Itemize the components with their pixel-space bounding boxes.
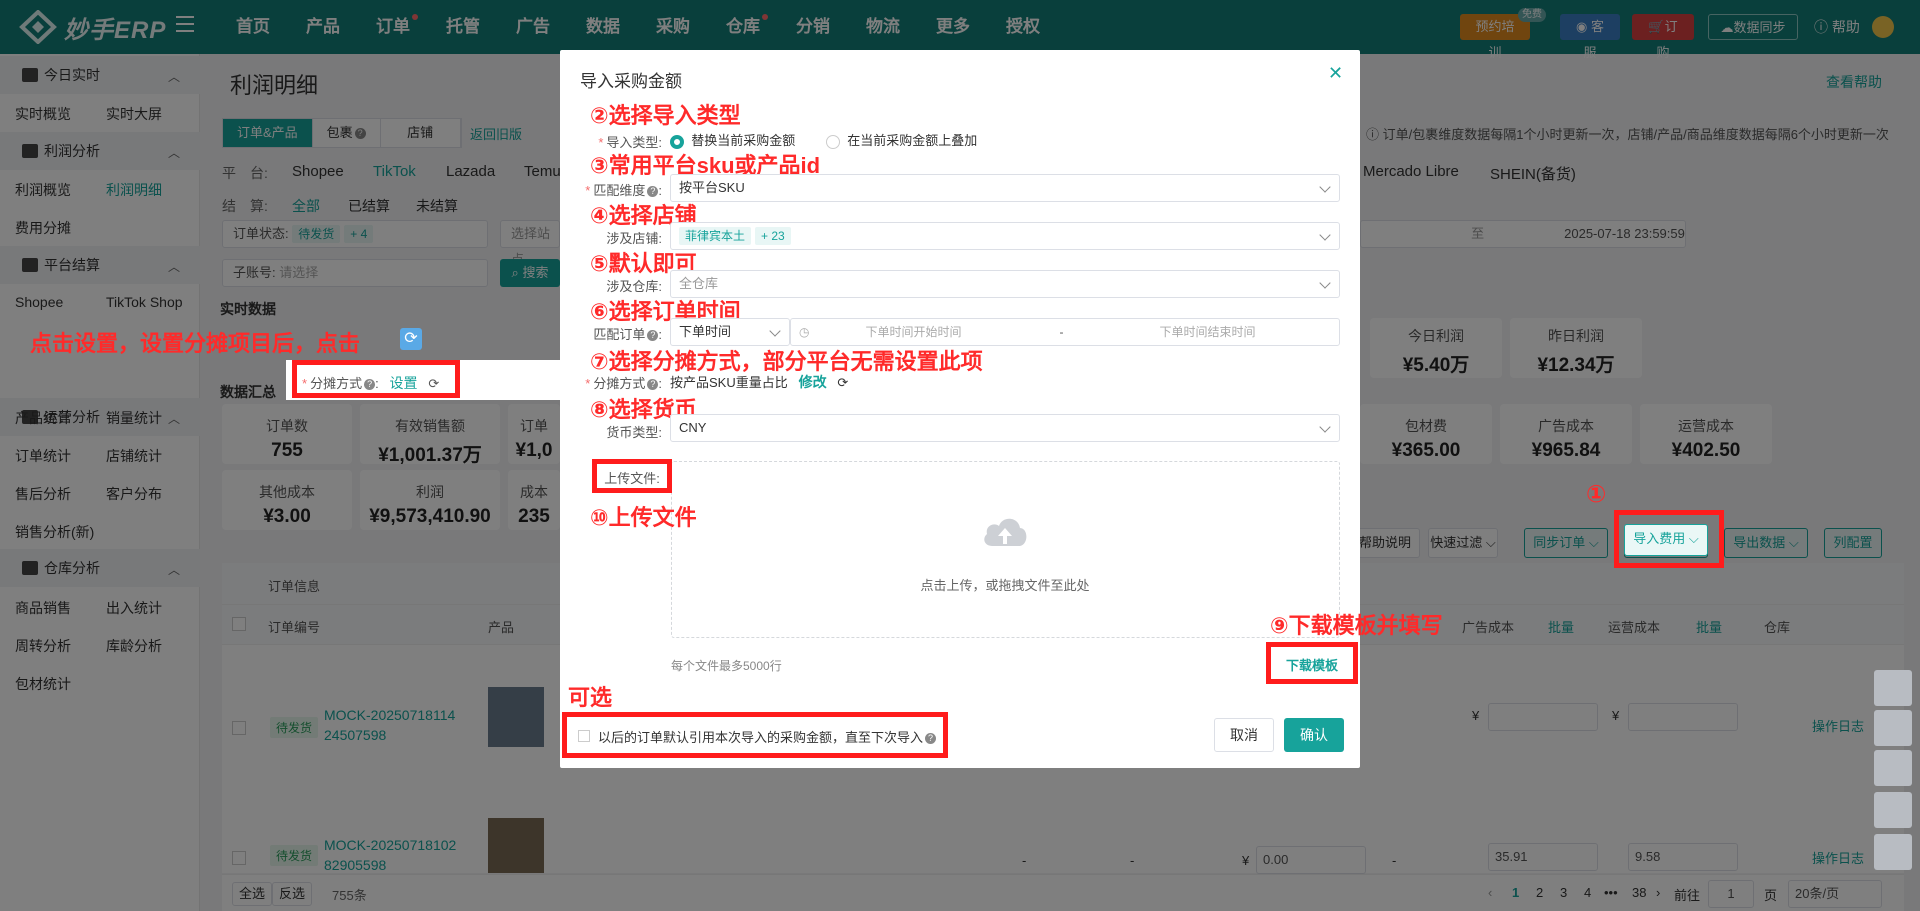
alloc-label: * 分摊方式?: [585, 376, 662, 391]
import-cost-button-highlight[interactable]: 导入费用 ⌵ [1624, 524, 1708, 556]
annotation-step-10: ⑩上传文件 [590, 505, 697, 530]
warehouse-select[interactable]: 全仓库 [670, 270, 1340, 298]
currency-select[interactable]: CNY [670, 414, 1340, 442]
annotation-step-2: ②选择导入类型 [590, 103, 741, 128]
refresh-icon: ⟳ [400, 328, 422, 350]
annotation-step-1: ① [1586, 481, 1607, 508]
shop-label: 涉及店铺: [606, 231, 662, 246]
confirm-button[interactable]: 确认 [1284, 718, 1344, 752]
chevron-down-icon [1319, 229, 1331, 241]
upload-label: 上传文件: [604, 471, 660, 486]
upload-limit: 每个文件最多5000行 [671, 659, 782, 673]
match-dimension-select[interactable]: 按平台SKU [670, 174, 1340, 202]
mobile-icon[interactable] [1874, 710, 1912, 746]
remember-text: 以后的订单默认引用本次导入的采购金额，直至下次导入? [598, 727, 937, 746]
radio[interactable] [826, 134, 840, 149]
remember-checkbox[interactable] [578, 730, 590, 742]
note-icon[interactable] [1874, 750, 1912, 786]
download-template-link[interactable]: 下载模板 [1276, 655, 1348, 674]
clock-icon: ◷ [799, 325, 810, 339]
match-order-label: 匹配订单?: [593, 327, 662, 342]
alloc-edit-link[interactable]: 修改 [799, 374, 827, 390]
close-icon[interactable]: ✕ [1328, 63, 1343, 84]
import-type-replace[interactable]: 替换当前采购金额 [670, 130, 795, 149]
annotation-step-9: ⑨下载模板并填写 [1270, 613, 1443, 638]
chevron-down-icon [1319, 181, 1331, 193]
radio-selected[interactable] [670, 134, 684, 149]
set-link[interactable]: 设置 [390, 375, 418, 391]
currency-label: 货币类型: [606, 425, 662, 440]
modal-title: 导入采购金额 [580, 72, 682, 91]
shop-select[interactable]: 菲律宾本土 + 23 [670, 222, 1340, 250]
alloc-setting-preview: * 分摊方式?: 设置 ⟳ [302, 375, 440, 391]
chevron-down-icon [1319, 421, 1331, 433]
annotation-callout-text: 点击设置，设置分摊项目后，点击 [30, 331, 361, 356]
upload-hint: 点击上传，或拖拽文件至此处 [920, 578, 1090, 593]
alloc-value: 按产品SKU重量占比 修改 ⟳ [670, 374, 849, 390]
refresh-icon[interactable]: ⟳ [428, 376, 439, 391]
annotation-optional: 可选 [568, 685, 613, 710]
chevron-down-icon [769, 325, 781, 337]
warehouse-label: 涉及仓库: [606, 279, 662, 294]
question-icon: ? [925, 733, 937, 745]
import-type-add[interactable]: 在当前采购金额上叠加 [826, 130, 977, 149]
refresh-icon[interactable]: ⟳ [837, 375, 848, 390]
match-label: * 匹配维度?: [585, 183, 662, 198]
chevron-down-icon [1319, 277, 1331, 289]
collapse-icon[interactable] [1874, 670, 1912, 706]
refresh-icon[interactable] [1874, 792, 1912, 828]
cancel-button[interactable]: 取消 [1214, 718, 1274, 752]
cloud-upload-icon [984, 518, 1027, 546]
order-time-range[interactable]: ◷ 下单时间开始时间 - 下单时间结束时间 [790, 318, 1340, 346]
back-to-top-icon[interactable] [1874, 834, 1912, 870]
order-time-type-select[interactable]: 下单时间 [670, 318, 790, 346]
